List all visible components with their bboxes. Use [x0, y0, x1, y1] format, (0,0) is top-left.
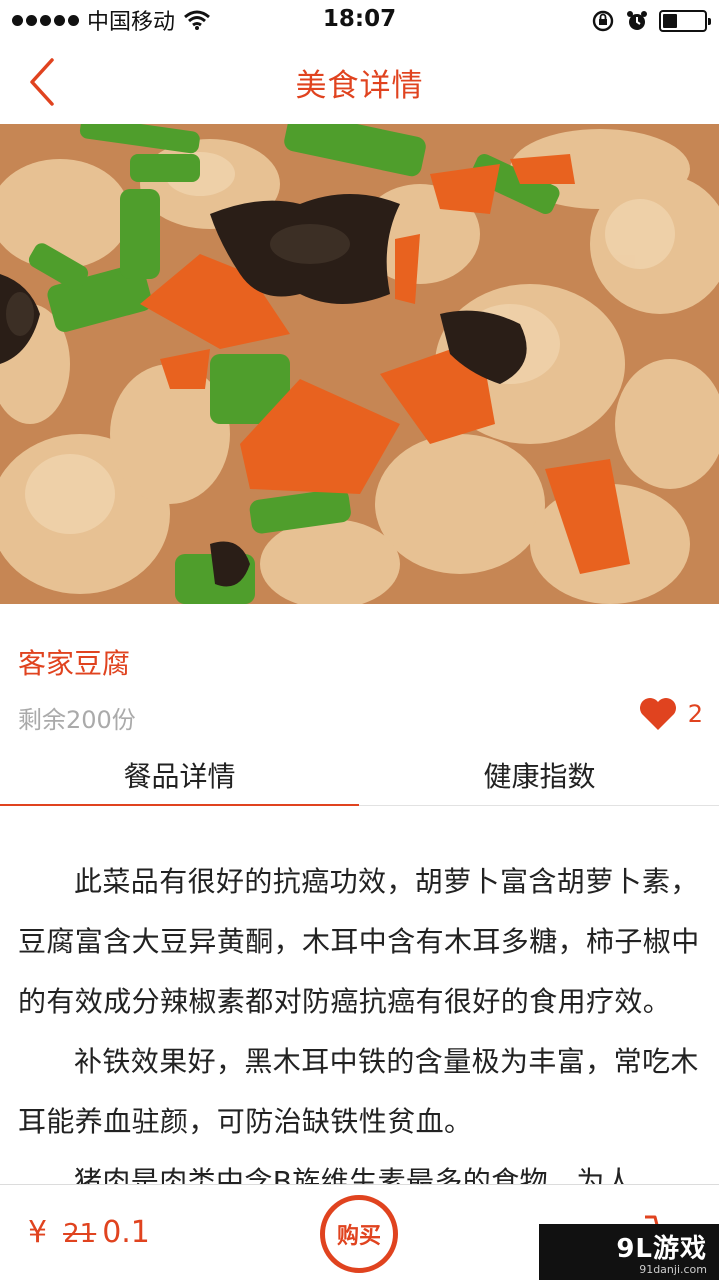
watermark-logo: 9L游戏 91danji.com — [539, 1224, 719, 1280]
buy-button-label: 购买 — [336, 1224, 381, 1249]
alarm-icon — [627, 11, 647, 30]
price-block: ¥ 21 0.1 — [28, 1215, 150, 1250]
watermark-main: 9L游戏 — [616, 1234, 707, 1264]
current-price: 0.1 — [102, 1215, 150, 1250]
description-paragraph: 猪肉是肉类中含B族维生素最多的食物，为人 — [74, 1165, 634, 1184]
detail-tabs: 餐品详情 健康指数 — [0, 752, 719, 806]
tab-health-index[interactable]: 健康指数 — [360, 752, 719, 806]
currency-symbol: ¥ — [28, 1215, 48, 1250]
dish-name: 客家豆腐 — [18, 647, 131, 680]
watermark-sub: 91danji.com — [639, 1263, 707, 1276]
heart-icon — [639, 698, 676, 730]
buy-button[interactable]: 购买 — [320, 1195, 398, 1273]
rotation-lock-icon — [592, 10, 614, 32]
dish-description: 此菜品有很好的抗癌功效，胡萝卜富含胡萝卜素，豆腐富含大豆异黄酮，木耳中含有木耳多… — [18, 852, 704, 1184]
like-count: 2 — [687, 700, 703, 728]
dish-photo — [0, 124, 719, 604]
dish-image-carousel[interactable] — [0, 124, 719, 604]
navbar: 美食详情 — [0, 40, 719, 124]
remaining-count: 剩余200份 — [18, 706, 136, 734]
battery-icon — [659, 10, 711, 32]
tab-dish-details[interactable]: 餐品详情 — [0, 752, 359, 806]
like-button[interactable]: 2 — [638, 696, 703, 732]
description-paragraph: 补铁效果好，黑木耳中铁的含量极为丰富，常吃木耳能养血驻颜，可防治缺铁性贫血。 — [18, 1045, 699, 1138]
page-title: 美食详情 — [295, 68, 424, 104]
original-price: 21 — [63, 1219, 97, 1249]
description-paragraph: 此菜品有很好的抗癌功效，胡萝卜富含胡萝卜素，豆腐富含大豆异黄酮，木耳中含有木耳多… — [18, 865, 700, 1018]
status-bar: 中国移动 18:07 — [0, 0, 719, 40]
status-icons — [591, 8, 711, 34]
